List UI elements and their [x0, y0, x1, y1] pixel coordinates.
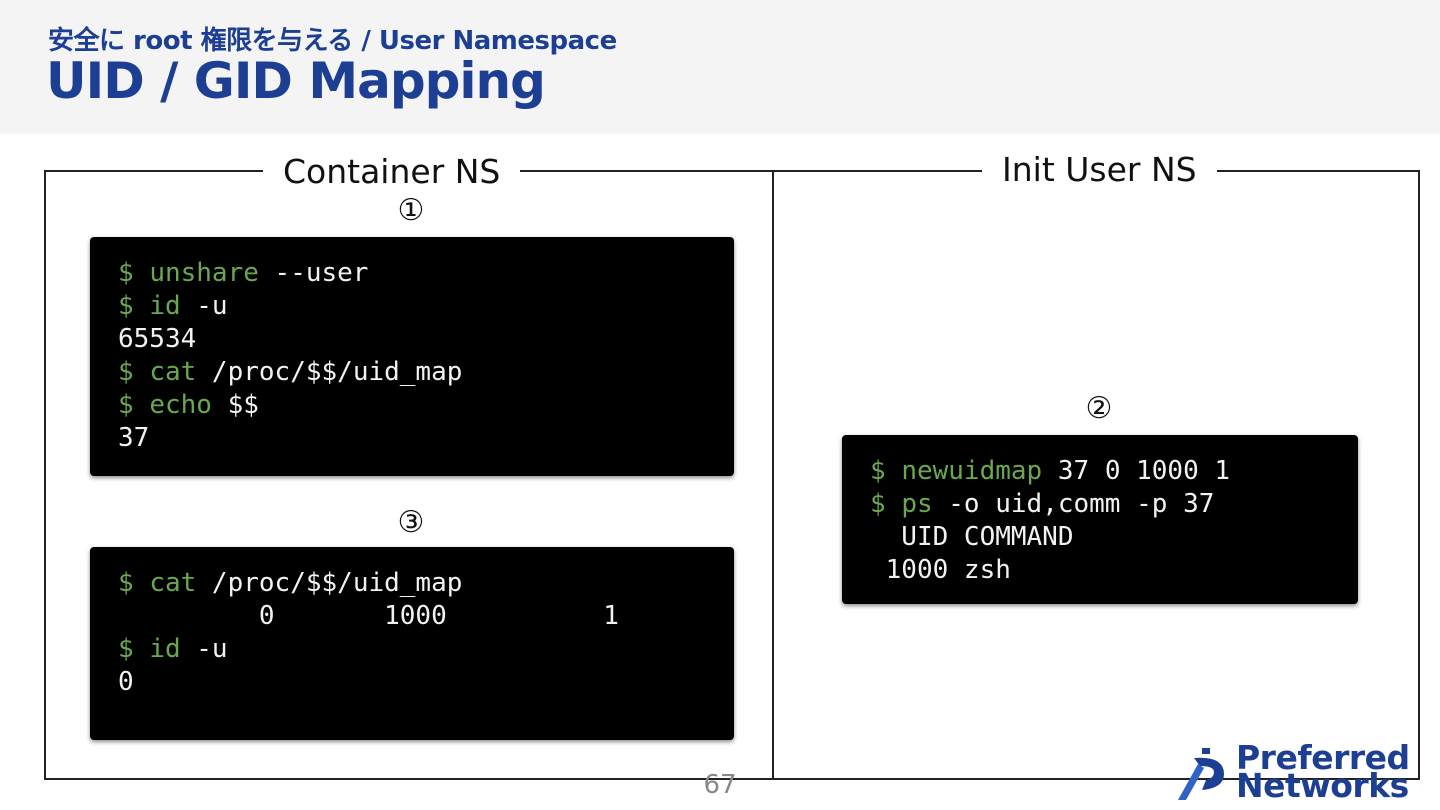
terminal-line: $ cat /proc/$$/uid_map: [118, 567, 734, 600]
command-output: 65534: [118, 324, 197, 354]
command-args: $$: [211, 390, 259, 420]
command-args: -u: [180, 291, 228, 321]
prompt-symbol: $: [118, 390, 134, 420]
command-args: -u: [180, 634, 228, 664]
command-name: cat: [149, 357, 197, 387]
terminal-step-3: $ cat /proc/$$/uid_map 0 1000 1 $ id -u 0: [90, 547, 734, 740]
command-name: unshare: [149, 258, 259, 288]
terminal-line: 65534: [118, 323, 734, 356]
command-name: cat: [149, 568, 197, 598]
terminal-step-2: $ newuidmap 37 0 1000 1 $ ps -o uid,comm …: [842, 435, 1358, 604]
prompt-symbol: $: [118, 357, 134, 387]
command-args: /proc/$$/uid_map: [196, 568, 463, 598]
command-output: 37: [118, 423, 150, 453]
command-output: 1000 zsh: [870, 555, 1011, 585]
prompt-symbol: $: [118, 291, 134, 321]
prompt-symbol: $: [118, 568, 134, 598]
command-name: id: [149, 291, 181, 321]
terminal-step-1: $ unshare --user $ id -u 65534 $ cat /proc/…: [90, 237, 734, 476]
frame-right-border: [1418, 170, 1420, 780]
command-name: echo: [149, 390, 212, 420]
terminal-line: 37: [118, 422, 734, 455]
terminal-line: $ ps -o uid,comm -p 37: [870, 488, 1358, 521]
container-ns-label: Container NS: [263, 152, 521, 191]
prompt-symbol: $: [870, 489, 886, 519]
terminal-line: 0 1000 1: [118, 600, 734, 633]
step-3-marker: ③: [397, 505, 425, 540]
command-args: -o uid,comm -p 37: [932, 489, 1215, 519]
frame-divider: [772, 170, 774, 780]
logo-wordmark: Preferred Networks: [1236, 741, 1410, 805]
command-output: 0 1000 1: [118, 601, 619, 631]
step-2-marker: ②: [1085, 391, 1113, 426]
command-name: newuidmap: [901, 456, 1043, 486]
command-args: --user: [258, 258, 369, 288]
init-user-ns-label: Init User NS: [982, 150, 1217, 189]
terminal-line: $ unshare --user: [118, 257, 734, 290]
terminal-line: $ echo $$: [118, 389, 734, 422]
pfn-mark-icon: [1178, 748, 1224, 800]
command-args: /proc/$$/uid_map: [196, 357, 463, 387]
slide-title: UID / GID Mapping: [46, 52, 546, 110]
terminal-line: 1000 zsh: [870, 554, 1358, 587]
command-output: UID COMMAND: [870, 522, 1074, 552]
logo-line-2: Networks: [1236, 766, 1409, 805]
slide-header: 安全に root 権限を与える / User Namespace UID / G…: [0, 0, 1440, 134]
prompt-symbol: $: [870, 456, 886, 486]
terminal-line: UID COMMAND: [870, 521, 1358, 554]
prompt-symbol: $: [118, 258, 134, 288]
frame-left-border: [44, 170, 46, 780]
terminal-line: $ id -u: [118, 633, 734, 666]
preferred-networks-logo: Preferred Networks: [1172, 741, 1422, 805]
command-output: 0: [118, 667, 134, 697]
step-1-marker: ①: [397, 193, 425, 228]
terminal-line: $ cat /proc/$$/uid_map: [118, 356, 734, 389]
terminal-line: $ newuidmap 37 0 1000 1: [870, 455, 1358, 488]
terminal-line: $ id -u: [118, 290, 734, 323]
command-name: id: [149, 634, 181, 664]
prompt-symbol: $: [118, 634, 134, 664]
terminal-line: 0: [118, 666, 734, 699]
command-name: ps: [901, 489, 933, 519]
command-args: 37 0 1000 1: [1042, 456, 1231, 486]
